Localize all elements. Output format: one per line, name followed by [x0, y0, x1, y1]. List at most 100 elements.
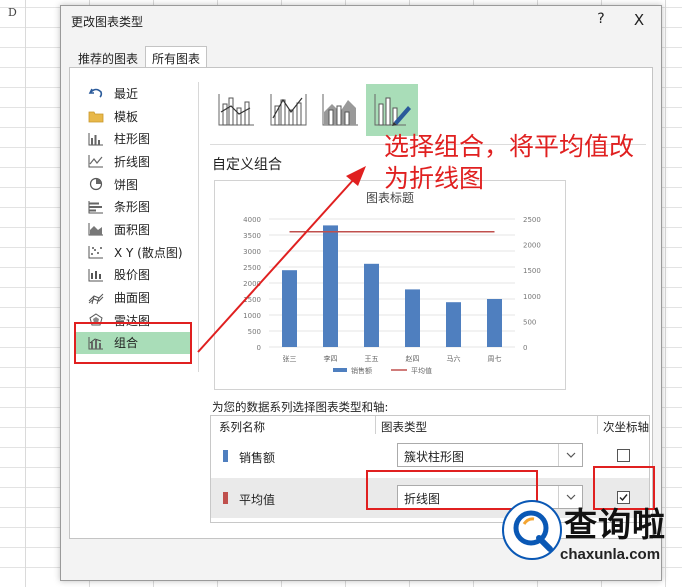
chart-type-line[interactable]: 折线图	[76, 150, 192, 173]
chart-type-recent[interactable]: 最近	[76, 82, 192, 105]
combo-column-line-secondary-icon	[270, 94, 307, 126]
area-chart-icon	[88, 223, 103, 236]
folder-icon	[88, 111, 104, 123]
header-divider	[597, 416, 598, 434]
chart-type-surface[interactable]: 曲面图	[76, 286, 192, 309]
scatter-chart-icon	[88, 246, 103, 259]
bar	[323, 225, 338, 347]
chart-type-label: 曲面图	[114, 291, 151, 306]
custom-combo-heading: 自定义组合	[212, 157, 282, 173]
chevron-down-icon[interactable]	[558, 444, 582, 466]
chart-preview: 图表标题 0 500 1000 1500 2000 2500 3000 3500 4000 0 50…	[214, 180, 566, 390]
chart-type-area[interactable]: 面积图	[76, 218, 192, 241]
x-tick-label: 赵四	[406, 354, 420, 363]
bar-chart-icon	[88, 200, 103, 214]
combo-chart-svg: 0 500 1000 1500 2000 2500 3000 3500 4000 0 500 1000…	[243, 216, 541, 375]
watermark-text: 查询啦	[564, 505, 666, 544]
chart-type-label: X Y (散点图)	[114, 245, 183, 260]
watermark-logo	[502, 500, 562, 560]
select-value: 簇状柱形图	[404, 450, 465, 464]
y-tick-label: 0	[257, 344, 261, 352]
bar	[405, 289, 420, 347]
chart-type-bar[interactable]: 条形图	[76, 195, 192, 218]
chart-type-label: 饼图	[114, 177, 139, 192]
stock-chart-icon	[88, 268, 103, 282]
help-button[interactable]: ?	[591, 11, 611, 27]
legend-label-sales: 销售额	[351, 366, 372, 375]
y2-tick-label: 1000	[523, 293, 541, 301]
y-tick-label: 500	[248, 328, 261, 336]
chart-type-templates[interactable]: 模板	[76, 105, 192, 128]
chart-type-label: 柱形图	[114, 132, 151, 147]
series-name: 销售额	[239, 451, 276, 465]
header-chart-type: 图表类型	[381, 420, 427, 434]
dialog-tabs: 推荐的图表 所有图表	[71, 46, 208, 68]
header-series-name: 系列名称	[219, 420, 265, 434]
series-color-swatch	[223, 492, 228, 504]
chart-type-label: 模板	[114, 109, 139, 124]
chart-type-label: 面积图	[114, 222, 151, 237]
y-tick-label: 3500	[243, 232, 261, 240]
series-name: 平均值	[239, 493, 276, 507]
x-tick-label: 王五	[365, 355, 379, 363]
watermark: 查询啦 chaxunla.com	[496, 492, 676, 574]
series-chart-type-select[interactable]: 簇状柱形图	[397, 443, 583, 467]
y-tick-label: 3000	[243, 248, 261, 256]
column-chart-icon	[88, 132, 103, 146]
chart-type-stock[interactable]: 股价图	[76, 264, 192, 287]
combo-column-line-icon	[218, 94, 254, 126]
tab-recommended-charts[interactable]: 推荐的图表	[71, 46, 145, 68]
bar	[487, 299, 502, 347]
chart-type-label: 最近	[114, 86, 139, 101]
secondary-axis-checkbox[interactable]	[617, 449, 630, 462]
header-divider	[375, 416, 376, 434]
subtype-clustered-column-line[interactable]	[210, 84, 262, 136]
bar	[446, 302, 461, 347]
surface-chart-icon	[88, 293, 104, 304]
custom-combo-pencil-icon	[374, 94, 411, 126]
legend-label-average: 平均值	[411, 366, 432, 375]
chart-type-label: 折线图	[114, 154, 151, 169]
chart-type-label: 股价图	[114, 268, 151, 283]
y2-tick-label: 0	[523, 344, 527, 352]
annotation-text-line1: 选择组合，将平均值改	[384, 132, 635, 161]
x-tick-label: 李四	[324, 354, 338, 363]
dialog-titlebar: 更改图表类型 ? X	[61, 6, 661, 34]
chart-type-scatter[interactable]: X Y (散点图)	[76, 241, 192, 264]
pie-chart-icon	[89, 177, 103, 191]
dialog-title: 更改图表类型	[71, 15, 144, 29]
magnifier-icon	[513, 510, 553, 552]
series-color-swatch	[223, 450, 228, 462]
tab-all-charts[interactable]: 所有图表	[145, 46, 208, 68]
subtype-custom-combo[interactable]	[366, 84, 418, 136]
chart-type-label: 条形图	[114, 200, 151, 215]
line-chart-icon	[88, 155, 103, 168]
y2-tick-label: 500	[523, 318, 536, 326]
combo-subtype-options	[210, 84, 418, 136]
chart-type-list: 最近 模板 柱形图 折线图 饼图 条形图 面积图 X Y (散点图) 股价图 曲…	[76, 82, 192, 355]
highlight-combo-option	[74, 322, 192, 364]
legend-swatch-sales	[333, 368, 347, 372]
series-instruction: 为您的数据系列选择图表类型和轴:	[212, 400, 389, 414]
chart-type-pie[interactable]: 饼图	[76, 173, 192, 196]
y-tick-label: 2000	[243, 280, 261, 288]
chart-type-column[interactable]: 柱形图	[76, 127, 192, 150]
subtype-column-line-secondary[interactable]	[262, 84, 314, 136]
close-button[interactable]: X	[629, 11, 649, 29]
combo-area-column-icon	[322, 94, 358, 126]
y2-tick-label: 2500	[523, 216, 541, 224]
y-tick-label: 2500	[243, 264, 261, 272]
x-tick-label: 马六	[447, 354, 461, 363]
y2-tick-label: 1500	[523, 267, 541, 275]
bar	[282, 270, 297, 347]
list-divider	[198, 82, 199, 372]
watermark-url: chaxunla.com	[560, 546, 661, 563]
subtype-stacked-area-column[interactable]	[314, 84, 366, 136]
bar	[364, 263, 379, 347]
y-tick-label: 1500	[243, 296, 261, 304]
y2-tick-label: 2000	[523, 242, 541, 250]
annotation-text-line2: 为折线图	[384, 164, 485, 193]
y-tick-label: 1000	[243, 312, 261, 320]
x-tick-label: 张三	[283, 354, 297, 363]
header-secondary-axis: 次坐标轴	[603, 420, 649, 434]
